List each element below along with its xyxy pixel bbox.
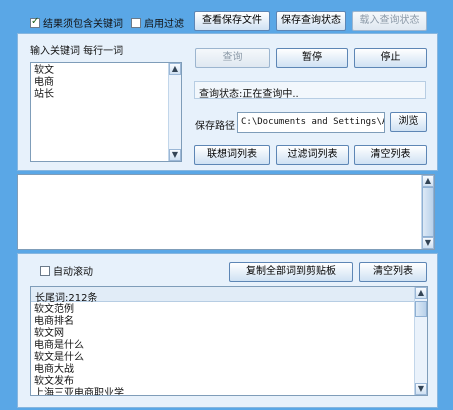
enable-filter-label: 启用过滤 xyxy=(144,19,184,30)
must-contain-keyword-checkbox[interactable]: 结果须包含关键词 xyxy=(30,15,123,30)
list-item: 站长 xyxy=(34,89,54,100)
save-path-input[interactable]: C:\Documents and Settings\Adm xyxy=(237,112,385,133)
stop-button[interactable]: 停止 xyxy=(354,48,427,68)
checkbox-box[interactable] xyxy=(131,17,141,28)
save-path-label: 保存路径 xyxy=(195,121,235,132)
keyword-list: 软文 电商 站长 xyxy=(31,63,181,101)
keywords-scrollbar[interactable]: ▲ ▼ xyxy=(168,63,181,161)
list-item[interactable]: 软文范例 xyxy=(34,304,124,316)
results-scrollbar[interactable]: ▲ ▼ xyxy=(414,287,427,395)
browse-button[interactable]: 浏览 xyxy=(390,112,427,132)
longtail-count-text: 长尾词:212条 xyxy=(35,293,98,304)
query-status-text: 查询状态:正在查询中.. xyxy=(199,89,299,100)
auto-scroll-label: 自动滚动 xyxy=(53,267,93,278)
scroll-down-icon[interactable]: ▼ xyxy=(169,149,181,161)
must-contain-keyword-label: 结果须包含关键词 xyxy=(43,19,123,30)
checkbox-box[interactable] xyxy=(40,265,50,276)
list-item[interactable]: 上海三亚电商职业学 xyxy=(34,388,124,395)
filter-words-list-button[interactable]: 过滤词列表 xyxy=(276,145,349,165)
list-item: 电商 xyxy=(34,77,54,88)
results-list[interactable]: 长尾词:212条 软文范例 电商排名 软文网 电商是什么 软文是什么 电商大战 … xyxy=(30,286,428,396)
scroll-down-icon[interactable]: ▼ xyxy=(415,383,427,395)
associated-words-list-button[interactable]: 联想词列表 xyxy=(194,145,270,165)
scroll-thumb[interactable] xyxy=(415,301,427,317)
save-query-status-button[interactable]: 保存查询状态 xyxy=(276,11,346,31)
log-textarea[interactable]: ▲ ▼ xyxy=(17,174,435,250)
scroll-down-icon[interactable]: ▼ xyxy=(422,237,434,249)
longtail-header: 长尾词:212条 xyxy=(31,287,414,304)
list-item[interactable]: 软文网 xyxy=(34,328,124,340)
query-status-field: 查询状态:正在查询中.. xyxy=(194,81,426,100)
scroll-thumb[interactable] xyxy=(422,187,434,237)
keywords-header: 输入关键词 每行一词 xyxy=(30,46,124,57)
keywords-input[interactable]: 软文 电商 站长 ▲ ▼ xyxy=(30,62,182,162)
list-item[interactable]: 软文发布 xyxy=(34,376,124,388)
scroll-up-icon[interactable]: ▲ xyxy=(415,287,427,299)
list-item[interactable]: 电商是什么 xyxy=(34,340,124,352)
log-scrollbar[interactable]: ▲ ▼ xyxy=(421,175,434,249)
scroll-up-icon[interactable]: ▲ xyxy=(169,63,181,75)
copy-all-to-clipboard-button[interactable]: 复制全部词到剪贴板 xyxy=(229,262,353,282)
checkbox-box[interactable] xyxy=(30,16,40,28)
view-save-file-button[interactable]: 查看保存文件 xyxy=(194,11,270,31)
list-item[interactable]: 电商大战 xyxy=(34,364,124,376)
auto-scroll-checkbox[interactable]: 自动滚动 xyxy=(40,263,93,278)
list-item[interactable]: 电商排名 xyxy=(34,316,124,328)
pause-button[interactable]: 暂停 xyxy=(276,48,348,68)
load-query-status-button[interactable]: 载入查询状态 xyxy=(352,11,427,31)
save-path-value: C:\Documents and Settings\Adm xyxy=(241,117,385,127)
scroll-up-icon[interactable]: ▲ xyxy=(422,175,434,187)
enable-filter-checkbox[interactable]: 启用过滤 xyxy=(131,15,184,30)
query-button[interactable]: 查询 xyxy=(195,48,270,68)
list-item: 软文 xyxy=(34,65,54,76)
list-item[interactable]: 软文是什么 xyxy=(34,352,124,364)
results-items: 软文范例 电商排名 软文网 电商是什么 软文是什么 电商大战 软文发布 上海三亚… xyxy=(34,304,124,395)
clear-results-button[interactable]: 清空列表 xyxy=(359,262,427,282)
clear-list-button[interactable]: 清空列表 xyxy=(354,145,427,165)
